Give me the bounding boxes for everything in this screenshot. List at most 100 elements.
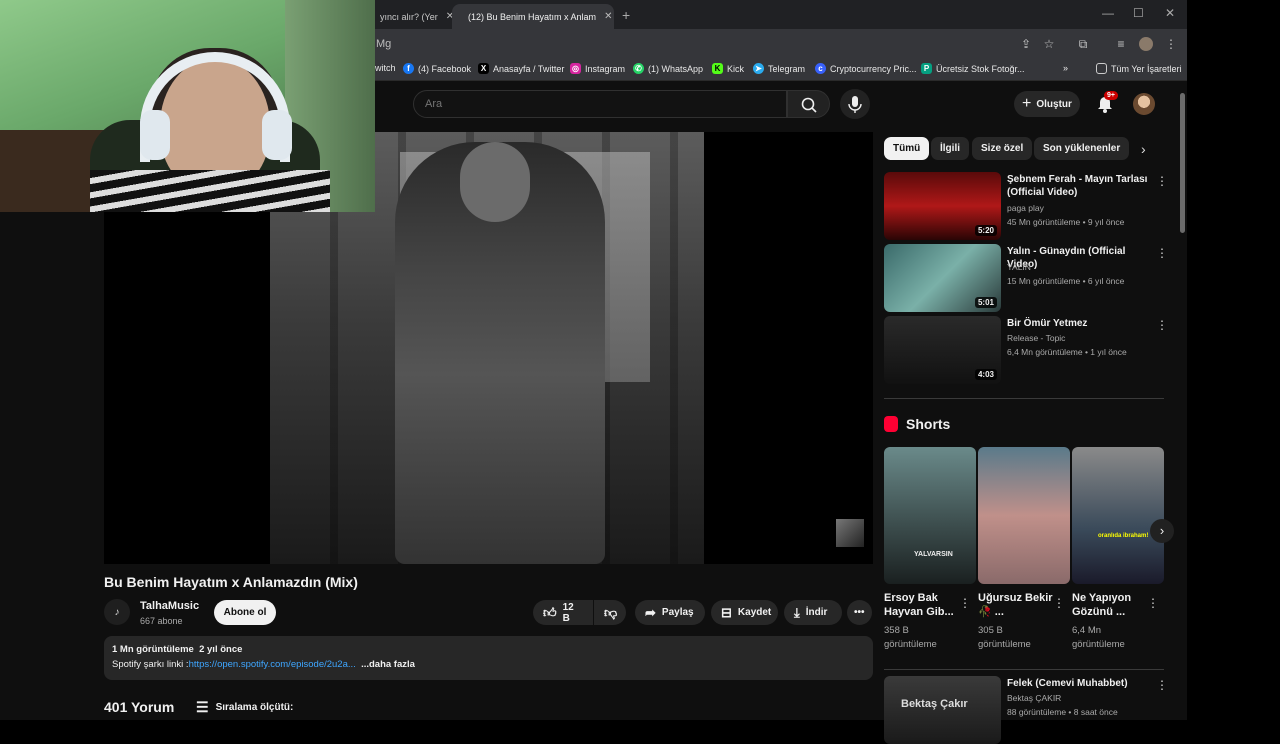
shorts-title: Shorts bbox=[906, 416, 951, 432]
more-vertical-icon[interactable]: ⋮ bbox=[1156, 678, 1168, 692]
download-button[interactable]: ⤓ İndir bbox=[784, 600, 842, 625]
video-title[interactable]: Şebnem Ferah - Mayın Tarlası (Official V… bbox=[1007, 173, 1152, 199]
maximize-icon[interactable]: ☐ bbox=[1133, 6, 1144, 20]
instagram-icon: ◎ bbox=[570, 63, 581, 74]
more-vertical-icon[interactable]: ⋮ bbox=[1156, 174, 1168, 188]
window-close-icon[interactable]: ✕ bbox=[1165, 6, 1175, 20]
share-button[interactable]: ➦ Paylaş bbox=[635, 600, 705, 625]
recommendation-item[interactable]: 4:03 Bir Ömür Yetmez Release - Topic 6,4… bbox=[884, 316, 1174, 384]
short-thumbnail[interactable]: YALVARSIN bbox=[884, 447, 976, 584]
divider bbox=[884, 669, 1164, 670]
coinmarketcap-icon: c bbox=[815, 63, 826, 74]
dislike-button[interactable]: 👎︎ bbox=[594, 600, 626, 625]
minimize-icon[interactable]: — bbox=[1102, 6, 1114, 20]
more-vertical-icon[interactable]: ⋮ bbox=[1053, 596, 1065, 610]
chip-all[interactable]: Tümü bbox=[884, 137, 930, 160]
bookmark-whatsapp[interactable]: ✆ (1) WhatsApp bbox=[633, 63, 703, 74]
search-button[interactable] bbox=[787, 90, 830, 118]
description-text: Spotify şarkı linki : bbox=[112, 659, 189, 670]
video-thumbnail[interactable]: 5:01 bbox=[884, 244, 1001, 312]
download-icon: ⤓ bbox=[794, 604, 800, 620]
extensions-icon[interactable]: ⧉ bbox=[1076, 37, 1090, 51]
account-avatar[interactable] bbox=[1133, 93, 1155, 115]
chevron-right-icon[interactable]: › bbox=[1150, 519, 1174, 543]
shorts-icon bbox=[884, 416, 898, 432]
bookmark-label: Ücretsiz Stok Fotoğr... bbox=[936, 63, 1025, 74]
bookmark-telegram[interactable]: ➤ Telegram bbox=[753, 63, 805, 74]
chip-related[interactable]: İlgili bbox=[931, 137, 969, 160]
sort-button[interactable]: ☰ Sıralama ölçütü: bbox=[196, 699, 293, 716]
notification-badge: 9+ bbox=[1104, 91, 1118, 100]
browser-tab-active[interactable]: (12) Bu Benim Hayatım x Anlam ✕ bbox=[452, 4, 614, 29]
voice-search-button[interactable] bbox=[840, 89, 870, 119]
short-title[interactable]: Ne Yapıyon Gözünü ... bbox=[1072, 591, 1148, 619]
new-tab-icon[interactable]: + bbox=[622, 7, 630, 23]
more-vertical-icon[interactable]: ⋮ bbox=[1156, 318, 1168, 332]
short-overlay-text: oranlıda ibraham! bbox=[1098, 533, 1149, 539]
show-more-link[interactable]: ...daha fazla bbox=[361, 659, 415, 670]
video-thumbnail[interactable]: 4:03 bbox=[884, 316, 1001, 384]
more-actions-button[interactable]: ••• bbox=[847, 600, 872, 625]
chevron-right-icon[interactable]: › bbox=[1141, 141, 1146, 157]
short-title[interactable]: Uğursuz Bekir🥀 ... bbox=[978, 591, 1054, 619]
create-button[interactable]: + Oluştur bbox=[1014, 91, 1080, 117]
bookmark-twitch[interactable]: witch bbox=[375, 63, 396, 73]
channel-name[interactable]: Bektaş ÇAKIR bbox=[1007, 693, 1061, 703]
more-vertical-icon[interactable]: ⋮ bbox=[1156, 246, 1168, 260]
short-title[interactable]: Ersoy Bak Hayvan Gib... bbox=[884, 591, 960, 619]
channel-name[interactable]: Release - Topic bbox=[1007, 333, 1065, 343]
short-thumbnail[interactable]: oranlıda ibraham! bbox=[1072, 447, 1164, 584]
whatsapp-icon: ✆ bbox=[633, 63, 644, 74]
recommendation-item[interactable]: 5:01 Yalın - Günaydın (Official Video) Y… bbox=[884, 244, 1174, 312]
bookmark-label: Telegram bbox=[768, 63, 806, 74]
video-title[interactable]: Felek (Cemevi Muhabbet) bbox=[1007, 677, 1152, 690]
bookmark-pexels[interactable]: P Ücretsiz Stok Fotoğr... bbox=[921, 63, 1025, 74]
search-input[interactable] bbox=[425, 98, 765, 110]
subscribe-button[interactable]: Abone ol bbox=[214, 600, 276, 625]
video-title[interactable]: Bir Ömür Yetmez bbox=[1007, 317, 1152, 330]
bookmark-star-icon[interactable]: ☆ bbox=[1042, 37, 1056, 51]
recommendation-item[interactable]: Bektaş Çakır Felek (Cemevi Muhabbet) Bek… bbox=[884, 676, 1174, 744]
more-vertical-icon[interactable]: ⋮ bbox=[959, 596, 971, 610]
microphone-icon bbox=[848, 96, 862, 113]
bookmark-twitter[interactable]: X Anasayfa / Twitter bbox=[478, 63, 564, 74]
channel-name[interactable]: YALIN bbox=[1007, 262, 1031, 272]
chip-recent[interactable]: Son yüklenenler bbox=[1034, 137, 1130, 160]
bookmark-label: Tüm Yer İşaretleri bbox=[1111, 63, 1182, 74]
create-label: Oluştur bbox=[1036, 98, 1072, 110]
search-box bbox=[413, 90, 787, 118]
channel-watermark[interactable] bbox=[836, 519, 864, 547]
save-button[interactable]: ⊟ Kaydet bbox=[711, 600, 778, 625]
channel-avatar[interactable]: ♪ bbox=[104, 599, 130, 625]
menu-kebab-icon[interactable]: ⋮ bbox=[1164, 37, 1178, 51]
more-vertical-icon[interactable]: ⋮ bbox=[1147, 596, 1159, 610]
chip-for-you[interactable]: Size özel bbox=[972, 137, 1033, 160]
media-control-icon[interactable]: ≡ bbox=[1114, 37, 1128, 51]
profile-avatar[interactable] bbox=[1139, 37, 1153, 51]
video-thumbnail[interactable]: Bektaş Çakır bbox=[884, 676, 1001, 744]
bookmark-instagram[interactable]: ◎ Instagram bbox=[570, 63, 625, 74]
webcam-overlay bbox=[0, 0, 375, 212]
bookmark-kick[interactable]: K Kick bbox=[712, 63, 744, 74]
description-box[interactable]: 1 Mn görüntüleme 2 yıl önce Spotify şark… bbox=[104, 636, 873, 680]
page-scrollbar[interactable] bbox=[1178, 81, 1187, 720]
video-meta: 15 Mn görüntüleme • 6 yıl önce bbox=[1007, 276, 1125, 286]
spotify-link[interactable]: https://open.spotify.com/episode/2u2a... bbox=[189, 659, 356, 670]
bookmark-facebook[interactable]: f (4) Facebook bbox=[403, 63, 471, 74]
video-thumbnail[interactable]: 5:20 bbox=[884, 172, 1001, 240]
url-field[interactable]: Mg bbox=[376, 38, 391, 50]
channel-name[interactable]: paga play bbox=[1007, 203, 1044, 213]
install-app-icon[interactable]: ⇪ bbox=[1019, 37, 1033, 51]
browser-tab[interactable]: yıncı alır? (Yer ✕ bbox=[370, 4, 452, 29]
bookmarks-overflow-icon[interactable]: » bbox=[1063, 63, 1068, 73]
recommendation-item[interactable]: 5:20 Şebnem Ferah - Mayın Tarlası (Offic… bbox=[884, 172, 1174, 240]
short-thumbnail[interactable] bbox=[978, 447, 1070, 584]
video-title: Bu Benim Hayatım x Anlamazdın (Mix) bbox=[104, 574, 358, 590]
close-icon[interactable]: ✕ bbox=[604, 11, 612, 22]
all-bookmarks-folder[interactable]: Tüm Yer İşaretleri bbox=[1096, 63, 1182, 74]
desktop-background bbox=[1187, 0, 1280, 720]
bookmark-coinmarketcap[interactable]: c Cryptocurrency Pric... bbox=[815, 63, 917, 74]
like-button[interactable]: 👍︎ 12 B bbox=[533, 600, 593, 625]
channel-name[interactable]: TalhaMusic bbox=[140, 600, 199, 612]
thumbs-down-icon: 👎︎ bbox=[604, 604, 618, 620]
